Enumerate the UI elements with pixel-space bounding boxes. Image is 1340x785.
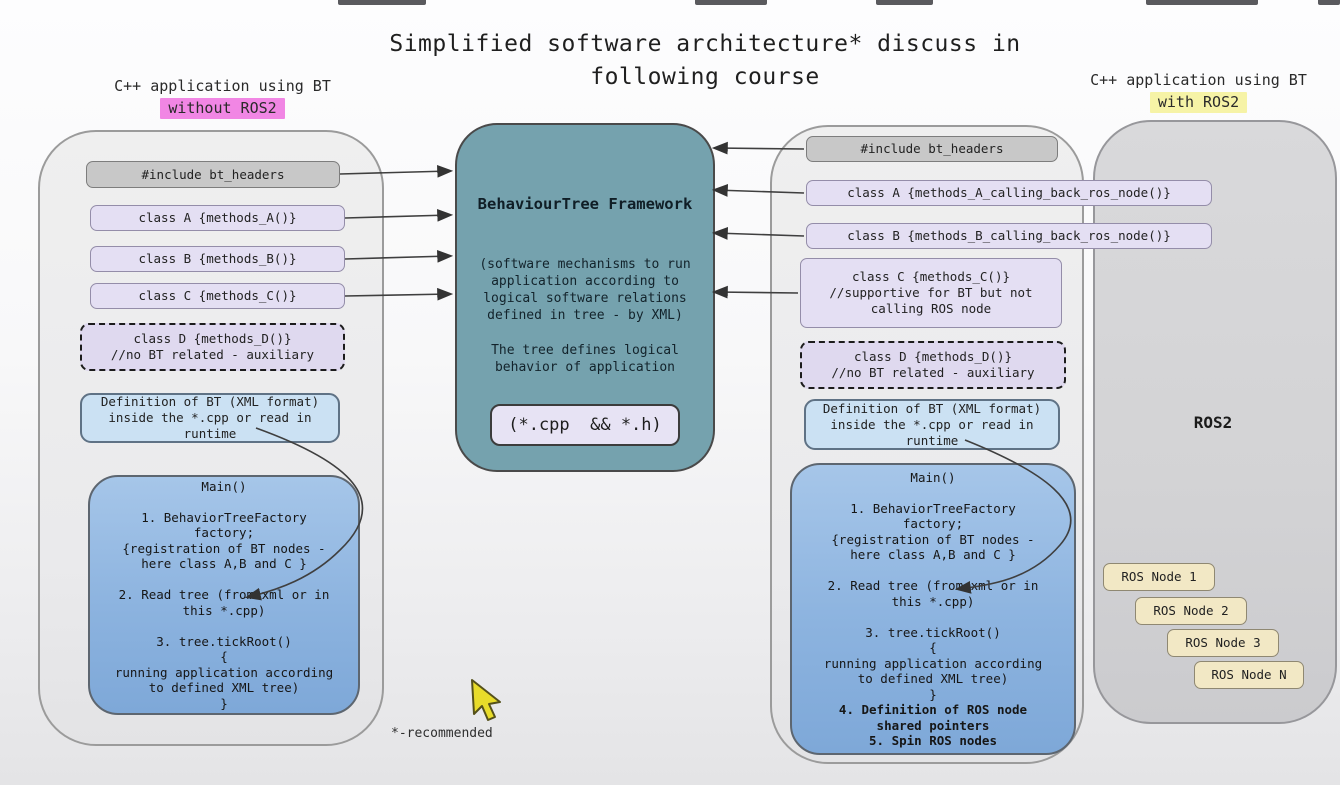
with-ros2-highlight: with ROS2: [1150, 92, 1247, 113]
left-main-box: Main() 1. BehaviorTreeFactory factory; {…: [88, 475, 360, 715]
right-class-d-box: class D {methods_D()} //no BT related - …: [800, 341, 1066, 389]
top-edge-mark: [1318, 0, 1340, 5]
right-header-line1: C++ application using BT: [1056, 70, 1340, 91]
left-class-a-box: class A {methods_A()}: [90, 205, 345, 231]
left-include-box: #include bt_headers: [86, 161, 340, 188]
right-main-box: Main() 1. BehaviorTreeFactory factory; {…: [790, 463, 1076, 755]
right-class-c-box: class C {methods_C()} //supportive for B…: [800, 258, 1062, 328]
left-header-line1: C++ application using BT: [75, 76, 370, 97]
top-edge-mark: [338, 0, 426, 5]
framework-description: (software mechanisms to run application …: [479, 256, 690, 324]
ros-node-2: ROS Node 2: [1135, 597, 1247, 625]
top-edge-mark: [695, 0, 767, 5]
recommended-footnote: *-recommended: [391, 726, 493, 741]
diagram-title: Simplified software architecture* discus…: [330, 28, 1080, 94]
framework-title: BehaviourTree Framework: [478, 195, 693, 213]
left-class-b-box: class B {methods_B()}: [90, 246, 345, 272]
left-class-c-box: class C {methods_C()}: [90, 283, 345, 309]
ros-node-1: ROS Node 1: [1103, 563, 1215, 591]
left-bt-definition-box: Definition of BT (XML format) inside the…: [80, 393, 340, 443]
right-main-code: Main() 1. BehaviorTreeFactory factory; {…: [824, 470, 1042, 703]
right-main-code-ros-steps: 4. Definition of ROS node shared pointer…: [839, 702, 1027, 749]
left-main-code: Main() 1. BehaviorTreeFactory factory; {…: [115, 479, 333, 712]
left-class-d-box: class D {methods_D()} //no BT related - …: [80, 323, 345, 371]
cpp-files-box: (*.cpp && *.h): [490, 404, 680, 446]
architecture-diagram: Simplified software architecture* discus…: [0, 0, 1340, 785]
ros2-label: ROS2: [1093, 413, 1333, 432]
right-header-line2: with ROS2: [1056, 92, 1340, 113]
ros-node-n: ROS Node N: [1194, 661, 1304, 689]
top-edge-mark: [1146, 0, 1258, 5]
ros-node-3: ROS Node 3: [1167, 629, 1279, 657]
left-column-header: C++ application using BT without ROS2: [75, 76, 370, 119]
left-header-line2: without ROS2: [75, 98, 370, 119]
top-edge-mark: [876, 0, 933, 5]
cursor-icon: [472, 680, 500, 720]
right-bt-definition-box: Definition of BT (XML format) inside the…: [804, 399, 1060, 450]
without-ros2-highlight: without ROS2: [160, 98, 284, 119]
right-column-header: C++ application using BT with ROS2: [1056, 70, 1340, 113]
right-class-a-box: class A {methods_A_calling_back_ros_node…: [806, 180, 1212, 206]
behaviortree-framework-box: BehaviourTree Framework (software mechan…: [455, 123, 715, 472]
right-class-b-box: class B {methods_B_calling_back_ros_node…: [806, 223, 1212, 249]
framework-description-2: The tree defines logical behavior of app…: [491, 342, 679, 376]
right-include-box: #include bt_headers: [806, 136, 1058, 162]
